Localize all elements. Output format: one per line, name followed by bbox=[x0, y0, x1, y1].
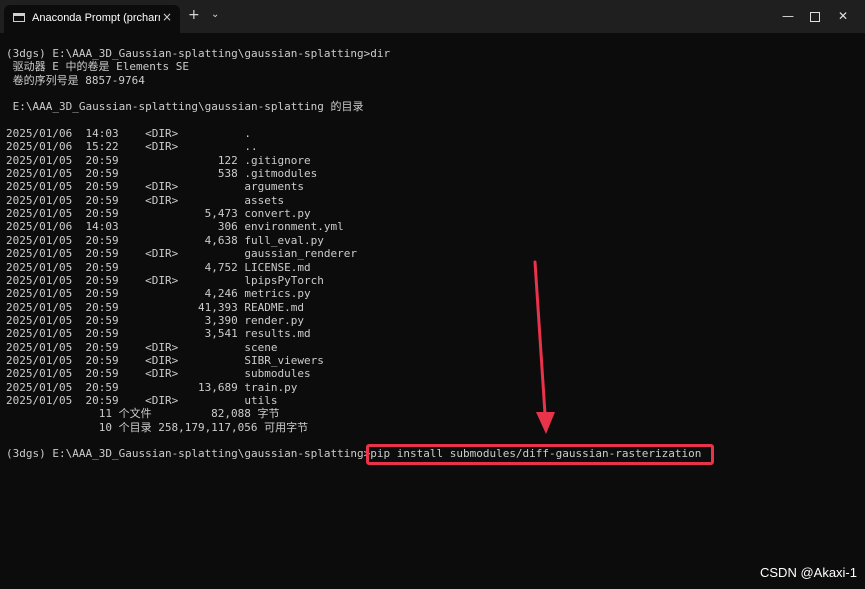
annotation-arrow bbox=[533, 260, 555, 434]
watermark: CSDN @Akaxi-1 bbox=[760, 565, 857, 580]
